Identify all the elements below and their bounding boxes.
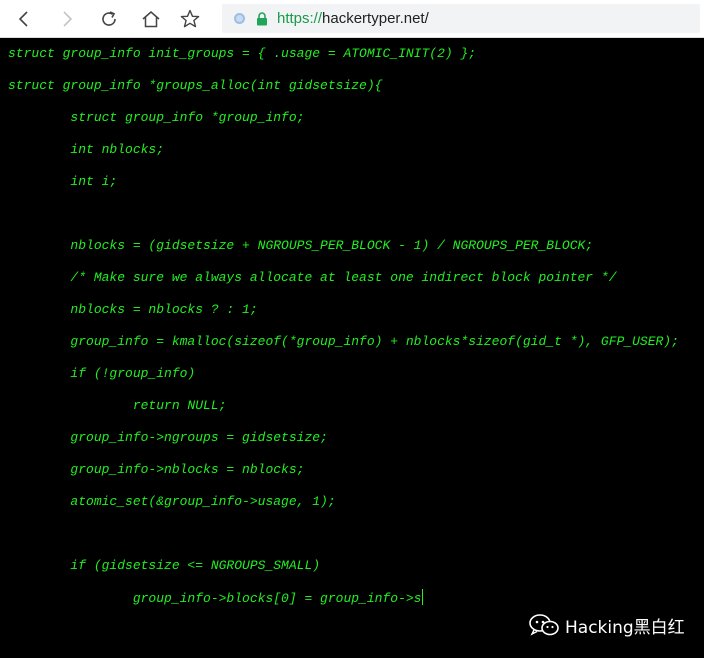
reload-icon bbox=[102, 11, 116, 26]
code-line: struct group_info init_groups = { .usage… bbox=[8, 46, 477, 61]
bookmark-button[interactable] bbox=[176, 5, 204, 33]
code-line: group_info->ngroups = gidsetsize; bbox=[8, 430, 328, 445]
forward-button[interactable] bbox=[53, 5, 81, 33]
forward-arrow-icon bbox=[63, 11, 73, 27]
home-icon bbox=[142, 11, 160, 28]
url-scheme: https:// bbox=[277, 10, 323, 27]
code-line: return NULL; bbox=[8, 398, 227, 413]
code-line: /* Make sure we always allocate at least… bbox=[8, 270, 617, 285]
code-line: nblocks = (gidsetsize + NGROUPS_PER_BLOC… bbox=[8, 238, 594, 253]
back-button[interactable] bbox=[10, 5, 38, 33]
code-line: struct group_info *groups_alloc(int gids… bbox=[8, 78, 383, 93]
code-line: nblocks = nblocks ? : 1; bbox=[8, 302, 258, 317]
site-info-icon[interactable] bbox=[234, 13, 245, 24]
lock-icon bbox=[257, 12, 267, 26]
watermark-text: Hacking黑白红 bbox=[565, 617, 685, 638]
url-host: hackertyper.net/ bbox=[322, 10, 429, 27]
code-line: atomic_set(&group_info->usage, 1); bbox=[8, 494, 336, 509]
code-line: group_info->nblocks = nblocks; bbox=[8, 462, 305, 477]
text-cursor bbox=[422, 589, 424, 605]
code-line: int i; bbox=[8, 174, 118, 189]
wechat-icon bbox=[529, 614, 559, 636]
code-line: group_info->blocks[0] = group_info->s bbox=[8, 589, 424, 606]
code-editor[interactable]: struct group_info init_groups = { .usage… bbox=[0, 38, 704, 658]
back-arrow-icon bbox=[18, 11, 28, 27]
home-button[interactable] bbox=[137, 5, 165, 33]
code-line: group_info = kmalloc(sizeof(*group_info)… bbox=[8, 334, 679, 349]
code-line: if (gidsetsize <= NGROUPS_SMALL) bbox=[8, 558, 321, 573]
star-icon bbox=[180, 9, 200, 28]
code-line: int nblocks; bbox=[8, 142, 165, 157]
code-line: struct group_info *group_info; bbox=[8, 110, 305, 125]
browser-toolbar: https://hackertyper.net/ bbox=[0, 0, 704, 38]
watermark: Hacking黑白红 bbox=[528, 613, 685, 638]
reload-button[interactable] bbox=[95, 5, 123, 33]
url-text[interactable]: https://hackertyper.net/ bbox=[277, 10, 429, 27]
address-bar[interactable]: https://hackertyper.net/ bbox=[222, 4, 700, 33]
code-line: if (!group_info) bbox=[8, 366, 196, 381]
